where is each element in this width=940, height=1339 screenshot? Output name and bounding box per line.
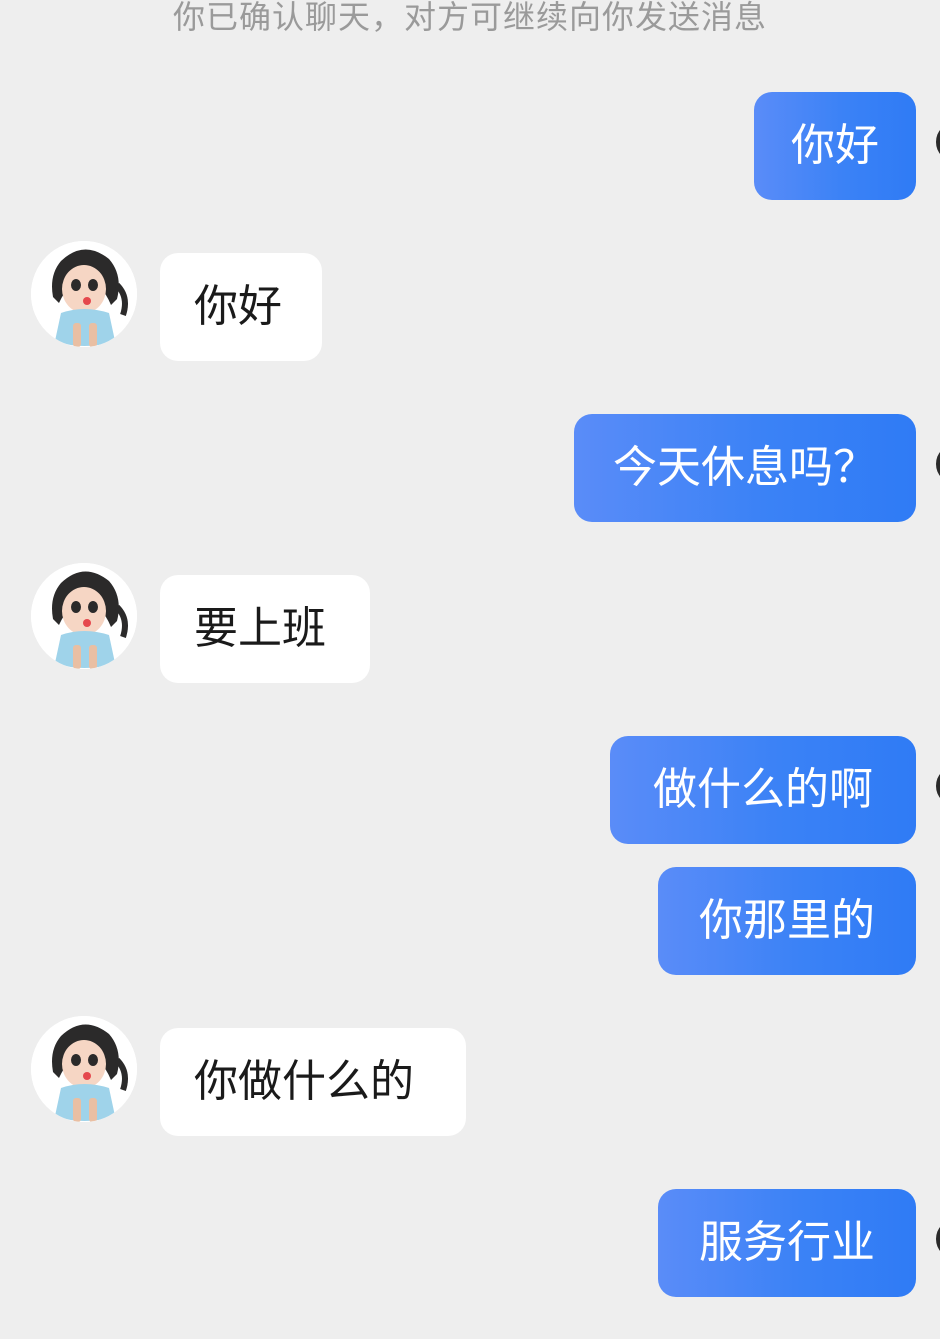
sent-message-bubble[interactable]: 服务行业 <box>658 1189 916 1297</box>
my-avatar[interactable] <box>932 762 940 810</box>
contact-avatar[interactable] <box>31 241 137 347</box>
sent-message-bubble[interactable]: 你那里的 <box>658 867 916 975</box>
cartoon-girl-avatar-icon <box>31 1016 137 1122</box>
my-avatar[interactable] <box>932 1215 940 1263</box>
received-message-bubble[interactable]: 你好 <box>160 253 322 361</box>
received-message-bubble[interactable]: 要上班 <box>160 575 370 683</box>
sent-message-bubble[interactable]: 做什么的啊 <box>610 736 916 844</box>
contact-avatar[interactable] <box>31 563 137 669</box>
cartoon-girl-avatar-icon <box>31 241 137 347</box>
chat-confirmed-notice: 你已确认聊天，对方可继续向你发送消息 <box>172 0 767 36</box>
sent-message-bubble[interactable]: 今天休息吗？ <box>574 414 916 522</box>
sent-message-bubble[interactable]: 你好 <box>754 92 916 200</box>
my-avatar[interactable] <box>932 440 940 488</box>
received-message-bubble[interactable]: 你做什么的 <box>160 1028 466 1136</box>
contact-avatar[interactable] <box>31 1016 137 1122</box>
my-avatar[interactable] <box>932 118 940 166</box>
cartoon-girl-avatar-icon <box>31 563 137 669</box>
